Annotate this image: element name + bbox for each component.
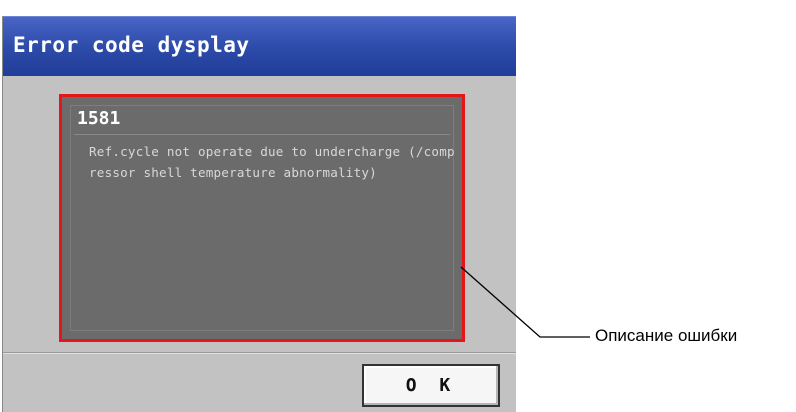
dialog-title: Error code dysplay: [13, 33, 250, 57]
footer-divider: [3, 352, 516, 353]
error-code-dialog: Error code dysplay 1581 Ref.cycle not op…: [2, 16, 516, 412]
error-message-panel: 1581 Ref.cycle not operate due to underc…: [59, 94, 465, 342]
dialog-titlebar: Error code dysplay: [3, 16, 516, 76]
error-code: 1581: [77, 108, 121, 129]
error-code-divider: [74, 134, 450, 135]
callout-label: Описание ошибки: [595, 326, 738, 345]
error-message-inner-frame: [70, 105, 454, 331]
error-description: Ref.cycle not operate due to undercharge…: [89, 144, 455, 180]
ok-button[interactable]: O K: [362, 364, 500, 407]
